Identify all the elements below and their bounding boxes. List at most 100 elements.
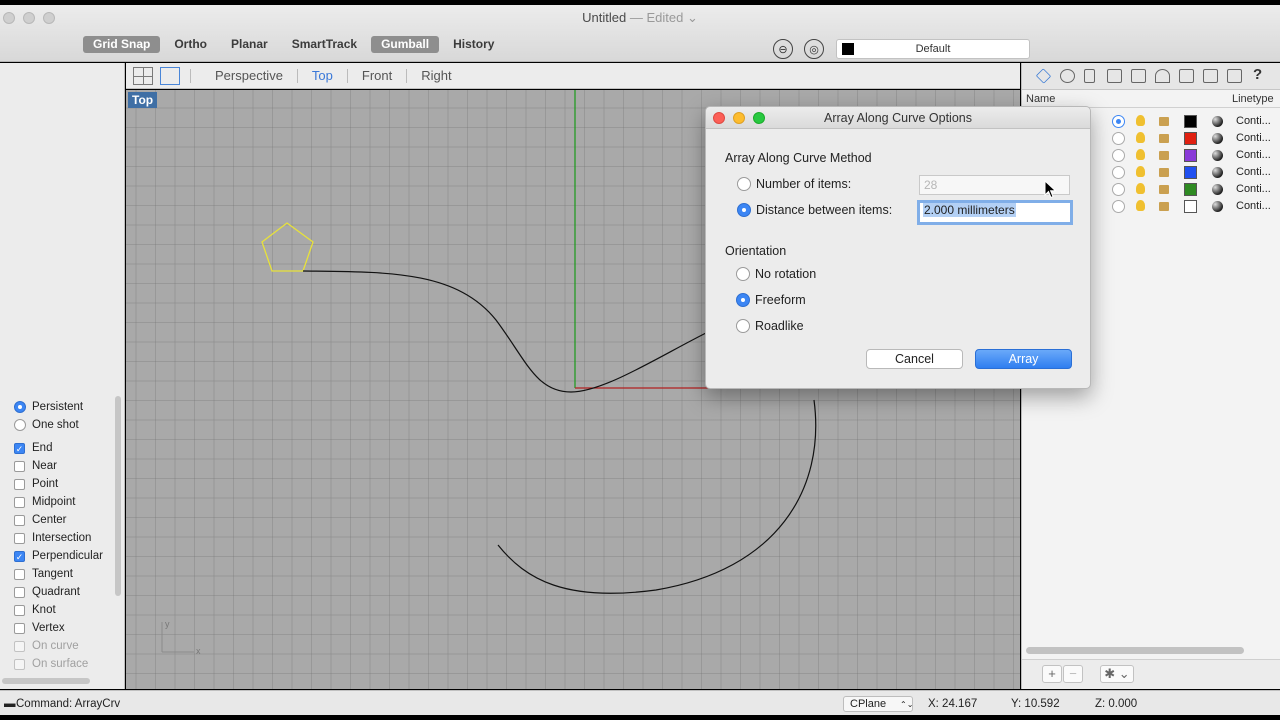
osnap-mode-one-shot[interactable]: One shot [14,416,103,434]
layer-color-swatch[interactable] [1184,115,1197,128]
lock-icon[interactable] [1159,168,1169,177]
current-layer-radio[interactable] [1112,166,1125,179]
distance-between-items-input[interactable]: 2.000 millimeters [917,200,1073,225]
osnap-tangent[interactable]: Tangent [14,565,103,583]
osnap-intersection[interactable]: Intersection [14,529,103,547]
texture-tab-icon[interactable] [1179,69,1194,83]
toggle-smarttrack[interactable]: SmartTrack [282,36,367,53]
orientation-radio[interactable] [736,319,750,333]
add-layer-button[interactable]: + [1042,665,1062,683]
layer-linetype[interactable]: Conti... [1236,183,1271,195]
osnap-point[interactable]: Point [14,475,103,493]
toggle-grid-snap[interactable]: Grid Snap [83,36,161,53]
lightbulb-icon[interactable] [1136,149,1145,160]
osnap-midpoint[interactable]: Midpoint [14,493,103,511]
osnap-checkbox[interactable] [14,568,25,580]
material-sphere-icon[interactable] [1212,133,1223,144]
lock-icon[interactable] [1159,185,1169,194]
lock-icon[interactable] [1159,202,1169,211]
arc-curve[interactable] [497,399,817,594]
layer-color-swatch[interactable] [1184,183,1197,196]
toggle-ortho[interactable]: Ortho [164,36,217,53]
edited-status[interactable]: — Edited [630,10,683,25]
material-sphere-icon[interactable] [1212,201,1223,212]
osnap-checkbox[interactable] [14,586,25,598]
four-viewports-icon[interactable] [133,66,153,85]
tab-top[interactable]: Top [298,68,347,83]
current-layer-radio[interactable] [1112,115,1125,128]
osnap-vertex[interactable]: Vertex [14,619,103,637]
layer-linetype[interactable]: Conti... [1236,200,1271,212]
tab-front[interactable]: Front [348,68,406,83]
lightbulb-icon[interactable] [1136,132,1145,143]
path-curve[interactable] [302,270,717,393]
dialog-minimize-button[interactable] [733,112,745,124]
osnap-checkbox[interactable] [14,622,25,634]
material-sphere-icon[interactable] [1212,150,1223,161]
current-layer-radio[interactable] [1112,149,1125,162]
layer-linetype[interactable]: Conti... [1236,115,1271,127]
lock-icon[interactable] [1159,117,1169,126]
layer-color-swatch[interactable] [1184,132,1197,145]
display-tab-icon[interactable] [1227,69,1242,83]
osnap-quadrant[interactable]: Quadrant [14,583,103,601]
osnap-checkbox[interactable] [14,604,25,616]
layer-color-swatch[interactable] [1184,200,1197,213]
history-record-icon[interactable]: ⊖ [773,39,793,59]
layer-linetype[interactable]: Conti... [1236,166,1271,178]
lightbulb-icon[interactable] [1136,183,1145,194]
number-of-items-radio[interactable] [737,177,751,191]
help-tab-icon[interactable]: ? [1253,66,1268,83]
osnap-checkbox[interactable] [14,478,25,490]
osnap-checkbox[interactable]: ✓ [14,550,25,562]
target-icon[interactable]: ◎ [804,39,824,59]
camera-tab-icon[interactable] [1131,69,1146,83]
current-layer-radio[interactable] [1112,183,1125,196]
osnap-perpendicular[interactable]: ✓ Perpendicular [14,547,103,565]
orientation-roadlike[interactable]: Roadlike [736,319,804,333]
osnap-checkbox[interactable] [14,496,25,508]
remove-layer-button[interactable]: − [1063,665,1083,683]
dialog-zoom-button[interactable] [753,112,765,124]
pentagon-curve[interactable] [261,222,314,272]
layer-options-gear-icon[interactable]: ✱ ⌄ [1100,665,1134,683]
toggle-history[interactable]: History [443,36,504,53]
name-column-header[interactable]: Name [1026,93,1055,105]
current-layer-select[interactable]: Default [836,39,1030,59]
lightbulb-icon[interactable] [1136,115,1145,126]
cancel-button[interactable]: Cancel [866,349,963,369]
number-of-items-option[interactable]: Number of items: [737,177,851,191]
cplane-select[interactable]: CPlane ⌃⌄ [843,696,913,712]
osnap-checkbox[interactable]: ✓ [14,442,25,454]
material-sphere-icon[interactable] [1212,167,1223,178]
linetype-column-header[interactable]: Linetype [1232,93,1274,105]
tab-perspective[interactable]: Perspective [201,68,297,83]
frame-tab-icon[interactable] [1203,69,1218,83]
lights-tab-icon[interactable] [1155,69,1170,83]
layer-color-swatch[interactable] [1184,149,1197,162]
osnap-checkbox[interactable] [14,532,25,544]
material-sphere-icon[interactable] [1212,116,1223,127]
tab-right[interactable]: Right [407,68,465,83]
orientation-radio[interactable] [736,293,750,307]
osnap-mode-radio[interactable] [14,401,26,413]
orientation-no-rotation[interactable]: No rotation [736,267,816,281]
command-line[interactable]: Command: ArrayCrv [16,698,120,710]
osnap-checkbox[interactable] [14,514,25,526]
osnap-scrollbar[interactable] [115,396,121,596]
layers-tab-icon[interactable] [1035,68,1052,84]
osnap-mode-radio[interactable] [14,419,26,431]
layer-linetype[interactable]: Conti... [1236,132,1271,144]
array-button[interactable]: Array [975,349,1072,369]
properties-tab-icon[interactable] [1060,69,1075,83]
lock-icon[interactable] [1159,134,1169,143]
osnap-end[interactable]: ✓ End [14,439,103,457]
lightbulb-icon[interactable] [1136,200,1145,211]
osnap-near[interactable]: Near [14,457,103,475]
orientation-freeform[interactable]: Freeform [736,293,806,307]
toggle-planar[interactable]: Planar [221,36,278,53]
toggle-gumball[interactable]: Gumball [371,36,440,53]
current-layer-radio[interactable] [1112,200,1125,213]
orientation-radio[interactable] [736,267,750,281]
osnap-knot[interactable]: Knot [14,601,103,619]
